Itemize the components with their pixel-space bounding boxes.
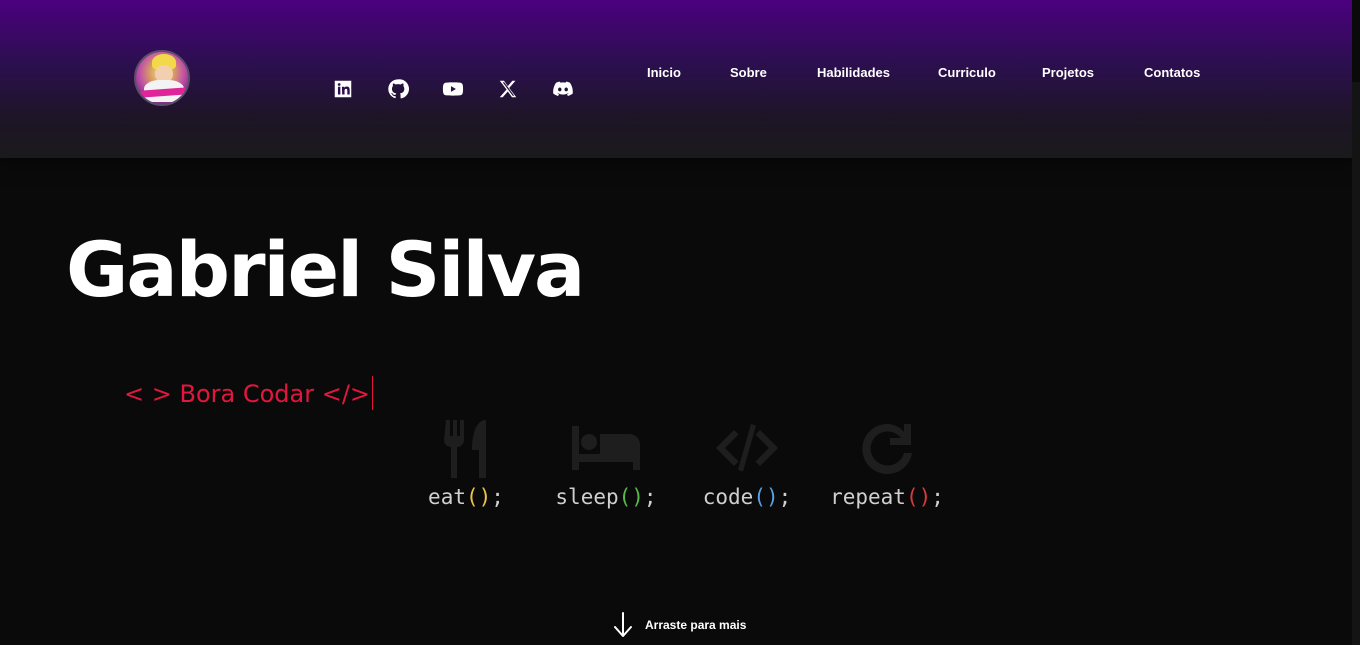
hero-name: Gabriel Silva [66, 225, 585, 314]
code-sleep: sleep(); [555, 485, 657, 509]
paren-eat: () [465, 485, 492, 509]
scrollbar-track[interactable] [1352, 0, 1360, 645]
scroll-hint-label: Arraste para mais [645, 618, 747, 632]
code-icon [677, 420, 817, 478]
redo-icon [817, 420, 957, 478]
loop-item-code: code(); [677, 420, 817, 509]
paren-code: () [753, 485, 779, 509]
loop-item-eat: eat(); [396, 420, 536, 509]
typed-tagline: < > Bora Codar </> [124, 376, 374, 412]
nav-projetos[interactable]: Projetos [1042, 65, 1094, 80]
bed-icon [536, 420, 676, 478]
daily-loop: eat(); sleep(); code(); repeat(); [0, 420, 1360, 520]
nav-contatos[interactable]: Contatos [1144, 65, 1200, 80]
paren-sleep: () [618, 485, 644, 509]
nav-inicio[interactable]: Inicio [647, 65, 681, 80]
loop-item-sleep: sleep(); [536, 420, 676, 509]
code-repeat: repeat(); [830, 485, 944, 509]
typing-cursor [372, 376, 374, 410]
utensils-icon [396, 420, 536, 478]
typed-text: < > Bora Codar </> [124, 380, 371, 408]
nav-habilidades[interactable]: Habilidades [817, 65, 890, 80]
nav-sobre[interactable]: Sobre [730, 65, 767, 80]
main-nav: Inicio Sobre Habilidades Curriculo Proje… [0, 65, 1360, 83]
paren-repeat: () [905, 485, 932, 509]
scroll-hint[interactable]: Arraste para mais [613, 612, 746, 638]
nav-curriculo[interactable]: Curriculo [938, 65, 996, 80]
site-header: Inicio Sobre Habilidades Curriculo Proje… [0, 0, 1352, 158]
loop-item-repeat: repeat(); [817, 420, 957, 509]
scrollbar-thumb[interactable] [1352, 82, 1360, 645]
code-eat: eat(); [428, 485, 504, 509]
arrow-down-icon [614, 612, 632, 637]
code-code: code(); [702, 485, 792, 509]
